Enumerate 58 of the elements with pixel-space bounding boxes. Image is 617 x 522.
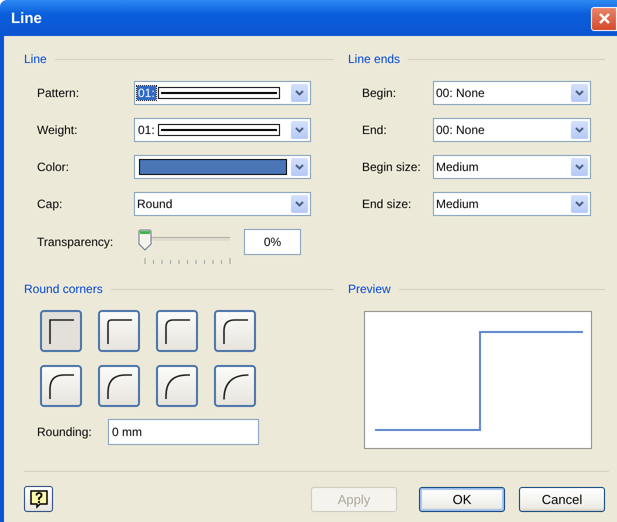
chevron-down-icon <box>295 164 304 170</box>
dropdown[interactable]: Medium <box>433 192 591 216</box>
corner-button[interactable] <box>40 310 82 352</box>
field-label: Color: <box>37 160 70 174</box>
dropdown-button[interactable] <box>571 158 588 176</box>
dropdown-button[interactable] <box>291 158 308 176</box>
field-label: End size: <box>362 197 412 211</box>
dropdown[interactable] <box>134 155 311 179</box>
dropdown-button[interactable] <box>291 195 308 213</box>
corner-button[interactable] <box>156 310 198 352</box>
dialog-button[interactable]: OK <box>419 486 505 512</box>
dropdown[interactable]: Medium <box>433 155 591 179</box>
field-label: Transparency: <box>37 235 114 249</box>
corner-button[interactable] <box>156 365 198 407</box>
dropdown-button[interactable] <box>571 121 588 139</box>
field-label: Begin size: <box>362 160 422 174</box>
help-button[interactable] <box>24 486 53 512</box>
field-label: End: <box>362 123 388 137</box>
field-label: Weight: <box>37 123 78 137</box>
dropdown-button[interactable] <box>571 84 588 102</box>
dropdown[interactable]: 01: <box>134 118 311 142</box>
corner-button[interactable] <box>214 310 256 352</box>
dropdown-button[interactable] <box>571 195 588 213</box>
section-title: Line <box>24 52 47 66</box>
dropdown-button[interactable] <box>291 121 308 139</box>
rounding-field[interactable]: 0 mm <box>108 419 259 445</box>
corner-button[interactable] <box>214 365 256 407</box>
window-title: Line <box>11 10 43 26</box>
dropdown[interactable]: 01: <box>134 81 311 105</box>
chevron-down-icon <box>575 201 584 207</box>
chevron-down-icon <box>575 127 584 133</box>
percent-field[interactable]: 0% <box>244 229 301 255</box>
dropdown-button[interactable] <box>291 84 308 102</box>
dropdown[interactable]: 00: None <box>433 118 591 142</box>
field-label: Begin: <box>362 86 398 100</box>
field-label: Cap: <box>37 197 64 211</box>
chevron-down-icon <box>295 127 304 133</box>
close-icon <box>598 12 610 25</box>
chevron-down-icon <box>295 201 304 207</box>
line-sample-icon <box>158 87 280 99</box>
section-title: Round corners <box>24 282 103 296</box>
section-title: Line ends <box>348 52 400 66</box>
help-icon <box>28 489 48 509</box>
line-sample-icon <box>158 124 280 136</box>
close-button[interactable] <box>591 6 617 30</box>
dialog-button[interactable]: Cancel <box>519 486 605 512</box>
dropdown[interactable]: 00: None <box>433 81 591 105</box>
chevron-down-icon <box>295 90 304 96</box>
corner-button[interactable] <box>40 365 82 407</box>
chevron-down-icon <box>575 164 584 170</box>
corner-button[interactable] <box>98 310 140 352</box>
field-label: Rounding: <box>37 425 93 439</box>
slider-thumb[interactable] <box>138 229 152 251</box>
chevron-down-icon <box>575 90 584 96</box>
dropdown[interactable]: Round <box>134 192 311 216</box>
corner-button[interactable] <box>98 365 140 407</box>
section-title: Preview <box>348 282 391 296</box>
field-label: Pattern: <box>37 86 80 100</box>
